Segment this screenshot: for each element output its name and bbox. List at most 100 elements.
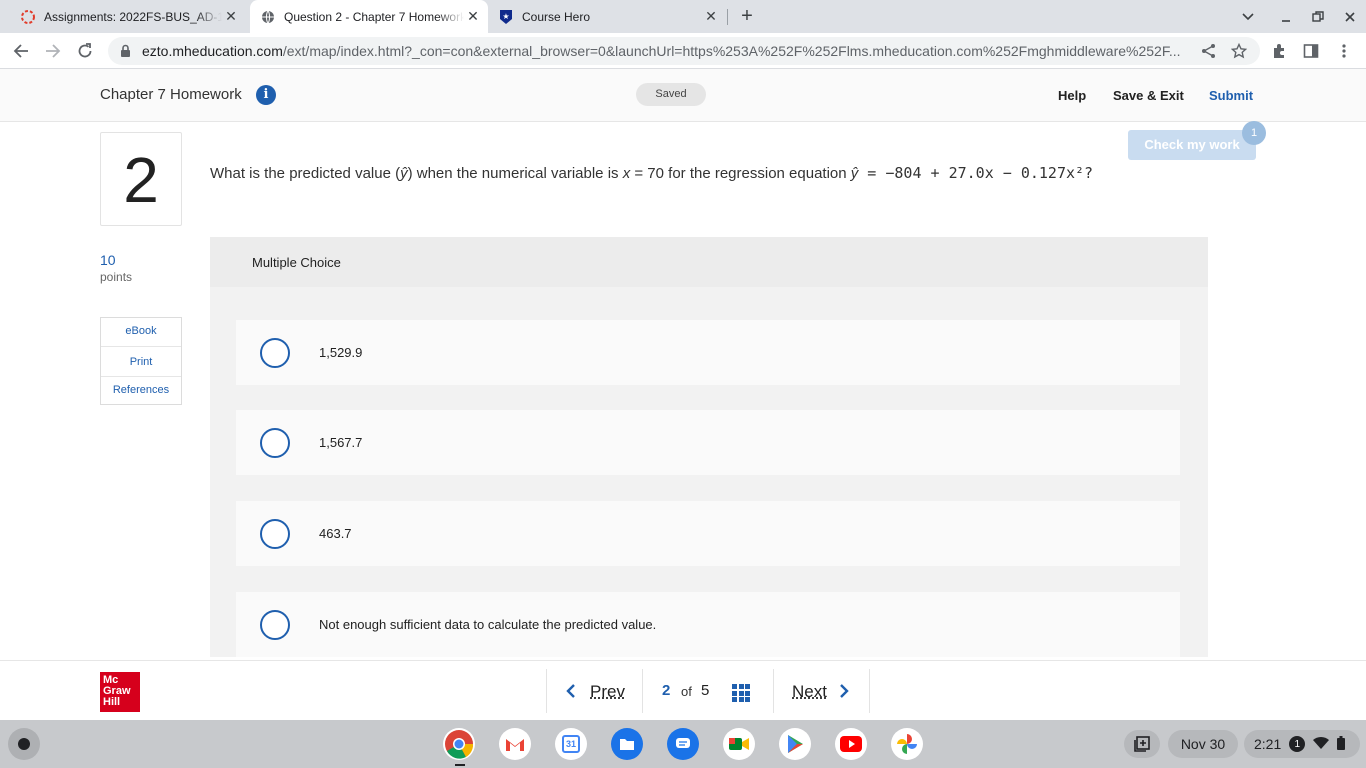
- messages-app-icon[interactable]: [667, 728, 699, 760]
- ebook-link[interactable]: eBook: [101, 325, 181, 337]
- divider: [101, 346, 181, 347]
- assignment-footer: Mc Graw Hill Prev 2 of 5 Next: [0, 660, 1366, 720]
- divider: [546, 669, 547, 713]
- tab-course-hero[interactable]: ★ Course Hero ✕: [490, 0, 726, 33]
- radio-button[interactable]: [260, 338, 290, 368]
- assignment-title: Chapter 7 Homework: [100, 86, 242, 103]
- photos-app-icon[interactable]: [891, 728, 923, 760]
- restore-icon[interactable]: [1304, 0, 1332, 33]
- lock-icon[interactable]: [120, 44, 131, 63]
- choice-label: 1,567.7: [319, 435, 363, 450]
- save-exit-button[interactable]: Save & Exit: [1113, 88, 1184, 103]
- meet-app-icon[interactable]: [723, 728, 755, 760]
- radio-button[interactable]: [260, 610, 290, 640]
- choice-label: Not enough sufficient data to calculate …: [319, 617, 657, 632]
- mcgraw-hill-logo: Mc Graw Hill: [100, 672, 140, 712]
- close-icon[interactable]: ✕: [464, 8, 482, 26]
- question-number: 2: [100, 132, 182, 226]
- youtube-app-icon[interactable]: [835, 728, 867, 760]
- close-icon[interactable]: ✕: [702, 8, 720, 26]
- play-store-app-icon[interactable]: [779, 728, 811, 760]
- prev-button[interactable]: Prev: [590, 682, 625, 702]
- svg-text:★: ★: [502, 12, 509, 21]
- assignment-header: Chapter 7 Homework i Saved Help Save & E…: [0, 69, 1366, 122]
- new-tab-button[interactable]: +: [737, 6, 757, 26]
- launcher-button[interactable]: [8, 728, 40, 760]
- active-app-indicator: [455, 764, 465, 766]
- launcher-icon: [18, 738, 30, 750]
- question-pager: Prev 2 of 5 Next: [546, 661, 870, 721]
- choice-label: 463.7: [319, 526, 352, 541]
- tab-title: Course Hero: [522, 9, 591, 24]
- course-hero-icon: ★: [498, 9, 514, 25]
- reload-icon[interactable]: [72, 38, 98, 64]
- files-app-icon[interactable]: [611, 728, 643, 760]
- browser-toolbar: ezto.mheducation.com/ext/map/index.html?…: [0, 33, 1366, 69]
- check-my-work-button[interactable]: Check my work: [1128, 130, 1256, 160]
- time-text: 2:21: [1254, 736, 1282, 752]
- close-window-icon[interactable]: [1336, 0, 1364, 33]
- tab-strip: Assignments: 2022FS-BUS_AD-1 ✕ Question …: [0, 0, 1366, 33]
- check-count-badge: 1: [1242, 121, 1266, 145]
- address-bar[interactable]: ezto.mheducation.com/ext/map/index.html?…: [108, 37, 1260, 65]
- references-link[interactable]: References: [101, 384, 181, 396]
- forward-arrow-icon[interactable]: [40, 38, 66, 64]
- canvas-icon: [20, 9, 36, 25]
- multiple-choice-label: Multiple Choice: [252, 255, 341, 270]
- date-text: Nov 30: [1180, 736, 1226, 752]
- tab-divider: [727, 9, 728, 25]
- close-icon[interactable]: ✕: [222, 8, 240, 26]
- choice-option[interactable]: 1,529.9: [236, 320, 1180, 385]
- chrome-app-icon[interactable]: [443, 728, 475, 760]
- choice-label: 1,529.9: [319, 345, 363, 360]
- radio-button[interactable]: [260, 519, 290, 549]
- share-icon[interactable]: [1196, 38, 1222, 64]
- submit-button[interactable]: Submit: [1209, 88, 1253, 103]
- choice-option[interactable]: 463.7: [236, 501, 1180, 566]
- divider: [773, 669, 774, 713]
- choice-option[interactable]: 1,567.7: [236, 410, 1180, 475]
- question-text: What is the predicted value (ŷ) when the…: [210, 164, 1094, 182]
- points-block: 10 points: [100, 252, 132, 284]
- extensions-icon[interactable]: [1266, 38, 1292, 64]
- tab-title: Question 2 - Chapter 7 Homework: [284, 9, 464, 24]
- back-arrow-icon[interactable]: [8, 38, 34, 64]
- next-button[interactable]: Next: [792, 682, 827, 702]
- chevron-left-icon[interactable]: [566, 683, 576, 704]
- multiple-choice-header: Multiple Choice: [210, 237, 1208, 287]
- globe-icon: [260, 9, 276, 25]
- choice-option[interactable]: Not enough sufficient data to calculate …: [236, 592, 1180, 657]
- tab-title: Assignments: 2022FS-BUS_AD-1: [44, 9, 222, 24]
- gmail-app-icon[interactable]: [499, 728, 531, 760]
- date-tray[interactable]: Nov 30: [1168, 730, 1238, 758]
- os-shelf: 31 Nov 30 2:21 1: [0, 720, 1366, 768]
- calendar-app-icon[interactable]: 31: [555, 728, 587, 760]
- points-value: 10: [100, 252, 116, 268]
- print-link[interactable]: Print: [101, 356, 181, 368]
- multiple-choice-panel: Multiple Choice 1,529.9 1,567.7 463.7 No…: [210, 237, 1208, 657]
- current-question-number: 2: [662, 682, 671, 699]
- bookmark-star-icon[interactable]: [1226, 38, 1252, 64]
- minimize-icon[interactable]: [1272, 0, 1300, 33]
- status-tray[interactable]: 2:21 1: [1244, 730, 1360, 758]
- side-panel-icon[interactable]: [1298, 38, 1324, 64]
- points-label: points: [100, 270, 133, 284]
- help-button[interactable]: Help: [1058, 88, 1086, 103]
- info-icon[interactable]: i: [256, 85, 276, 105]
- chevron-right-icon[interactable]: [839, 683, 849, 704]
- url-text: ezto.mheducation.com/ext/map/index.html?…: [142, 43, 1181, 59]
- regression-equation: = −804 + 27.0x − 0.127x²?: [858, 164, 1094, 182]
- divider: [642, 669, 643, 713]
- more-menu-icon[interactable]: [1331, 38, 1357, 64]
- tab-question[interactable]: Question 2 - Chapter 7 Homework ✕: [250, 0, 488, 33]
- notification-count-badge: 1: [1289, 736, 1306, 752]
- clipboard-tray-icon[interactable]: [1124, 730, 1160, 758]
- saved-status-badge: Saved: [636, 83, 706, 106]
- divider: [869, 669, 870, 713]
- tab-search-icon[interactable]: [1234, 0, 1262, 33]
- question-grid-icon[interactable]: [732, 684, 750, 702]
- battery-icon: [1337, 735, 1346, 753]
- radio-button[interactable]: [260, 428, 290, 458]
- tab-assignments[interactable]: Assignments: 2022FS-BUS_AD-1 ✕: [10, 0, 246, 33]
- wifi-icon: [1313, 736, 1330, 752]
